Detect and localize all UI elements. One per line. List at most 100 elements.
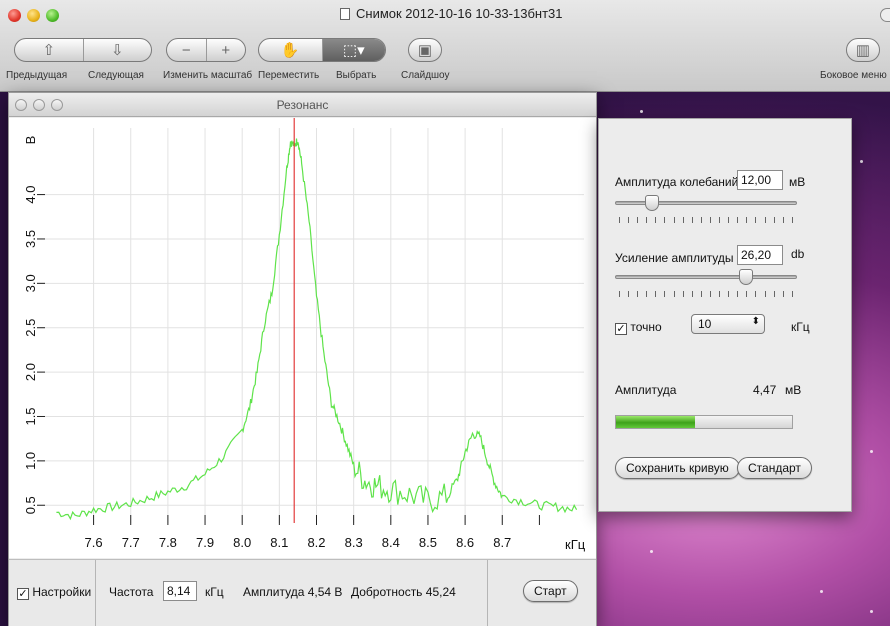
- settings-checkbox[interactable]: ✓ Настройки: [17, 585, 91, 600]
- slider-tick: [673, 291, 675, 297]
- slider-tick: [764, 217, 766, 223]
- y-tick-label: 1.5: [23, 407, 38, 425]
- slider-tick: [791, 217, 793, 223]
- slider-tick: [709, 217, 711, 223]
- hand-icon: ✋: [280, 42, 300, 59]
- amplitude-unit: мВ: [789, 175, 806, 189]
- quality-readout: Добротность 45,24: [351, 585, 456, 599]
- close-icon[interactable]: [8, 9, 21, 22]
- stepper-arrows-icon: ⬍: [751, 316, 760, 327]
- sidebar-button[interactable]: ▥: [847, 39, 879, 61]
- zoom-group: − +: [166, 38, 246, 62]
- y-unit-label: В: [23, 136, 38, 145]
- slider-tick: [673, 217, 675, 223]
- step-unit: кГц: [791, 320, 810, 334]
- select-label: Выбрать: [336, 70, 377, 81]
- slideshow-group: ▣: [408, 38, 442, 62]
- x-tick-label: 8.4: [382, 535, 400, 550]
- x-tick-label: 8.2: [307, 535, 325, 550]
- y-tick-label: 3.5: [23, 230, 38, 248]
- amplitude-slider-ticks: [619, 217, 793, 223]
- zoom-label: Изменить масштаб: [163, 70, 253, 81]
- zoom-icon[interactable]: [46, 9, 59, 22]
- toolbar-toggle[interactable]: [880, 8, 890, 22]
- sidebar-label: Боковое меню: [820, 70, 887, 81]
- slider-tick: [782, 217, 784, 223]
- chart-grid: [37, 128, 584, 523]
- y-tick-label: 4.0: [23, 186, 38, 204]
- resonance-titlebar[interactable]: Резонанс: [9, 93, 596, 117]
- star: [860, 160, 863, 163]
- move-label: Переместить: [258, 70, 320, 81]
- slider-tick: [746, 291, 748, 297]
- slider-tick: [700, 217, 702, 223]
- next-label: Следующая: [88, 70, 144, 81]
- slider-tick: [773, 217, 775, 223]
- exact-label: точно: [630, 320, 662, 334]
- save-curve-button[interactable]: Сохранить кривую: [615, 457, 740, 479]
- gain-label: Усиление амплитуды: [615, 251, 734, 265]
- slider-tick: [655, 291, 657, 297]
- x-tick-label: 8.3: [345, 535, 363, 550]
- amplitude-slider-knob[interactable]: [645, 195, 660, 211]
- minimize-icon[interactable]: [27, 9, 40, 22]
- resonance-bottom-bar: ✓ Настройки Частота 8,14 кГц Амплитуда 4…: [9, 559, 596, 626]
- slider-tick: [709, 291, 711, 297]
- y-tick-label: 2.0: [23, 363, 38, 381]
- gain-unit: db: [791, 247, 805, 261]
- x-axis-ticks: 7.6 7.7 7.8 7.9 8.0 8.1 8.2 8.3 8.4 8.5 8.6 8.7: [85, 515, 540, 550]
- tool-group: ✋ ⬚▾: [258, 38, 386, 62]
- slider-tick: [791, 291, 793, 297]
- resonance-plot: 0.5 1.0 1.5 2.0 2.5 3.0 3.5 4.0 7.6 7.7 7.8 7.9 8.0…: [9, 118, 596, 558]
- slider-tick: [691, 291, 693, 297]
- slider-tick: [619, 217, 620, 223]
- select-tool-button[interactable]: ⬚▾: [322, 39, 385, 61]
- zoom-out-button[interactable]: −: [167, 39, 207, 61]
- gain-slider-track[interactable]: [615, 275, 797, 279]
- amplitude-slider-track[interactable]: [615, 201, 797, 205]
- gain-slider-ticks: [619, 291, 793, 297]
- frequency-label: Частота: [109, 585, 154, 599]
- gain-slider-knob[interactable]: [739, 269, 754, 285]
- divider: [95, 560, 96, 626]
- prev-button[interactable]: ⇧: [15, 39, 84, 61]
- exact-checkbox[interactable]: ✓ точно: [615, 320, 662, 335]
- gain-field[interactable]: 26,20: [737, 245, 783, 265]
- x-tick-label: 8.0: [233, 535, 251, 550]
- start-button[interactable]: Старт: [523, 580, 578, 602]
- slider-tick: [691, 217, 693, 223]
- move-tool-button[interactable]: ✋: [259, 39, 323, 61]
- slideshow-button[interactable]: ▣: [409, 39, 441, 61]
- slider-tick: [682, 217, 684, 223]
- selection-icon: ⬚▾: [342, 42, 365, 59]
- next-button[interactable]: ⇩: [84, 39, 152, 61]
- resonance-chart: 0.5 1.0 1.5 2.0 2.5 3.0 3.5 4.0 7.6 7.7 7.8 7.9 8.0…: [23, 118, 586, 552]
- x-unit-label: кГц: [565, 537, 586, 552]
- slider-tick: [682, 291, 684, 297]
- slider-tick: [755, 291, 757, 297]
- slider-tick: [619, 291, 620, 297]
- default-button[interactable]: Стандарт: [737, 457, 812, 479]
- amplitude-field[interactable]: 12,00: [737, 170, 783, 190]
- slider-tick: [737, 217, 739, 223]
- star: [820, 590, 823, 593]
- slider-tick: [700, 291, 702, 297]
- arrow-down-icon: ⇩: [110, 42, 124, 59]
- x-tick-label: 8.7: [493, 535, 511, 550]
- slider-tick: [637, 217, 639, 223]
- zoom-in-button[interactable]: +: [207, 39, 246, 61]
- frequency-field[interactable]: 8,14: [163, 581, 197, 601]
- slider-tick: [664, 217, 666, 223]
- slider-tick: [637, 291, 639, 297]
- step-select[interactable]: 10 ⬍: [691, 314, 765, 334]
- y-axis-ticks: 0.5 1.0 1.5 2.0 2.5 3.0 3.5 4.0: [23, 186, 45, 514]
- window-title-text: Снимок 2012-10-16 10-33-13бнт31: [356, 6, 563, 21]
- slideshow-label: Слайдшоу: [401, 70, 450, 81]
- slider-tick: [764, 291, 766, 297]
- sidebar-icon: ▥: [855, 42, 871, 59]
- frequency-unit: кГц: [205, 585, 224, 599]
- star: [650, 550, 653, 553]
- prev-label: Предыдущая: [6, 70, 68, 81]
- x-tick-label: 7.9: [196, 535, 214, 550]
- slider-tick: [728, 217, 730, 223]
